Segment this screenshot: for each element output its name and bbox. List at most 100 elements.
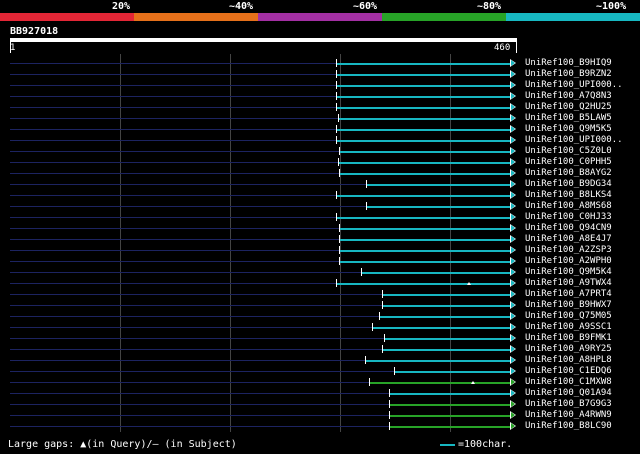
alignment-start-mark	[336, 279, 337, 287]
alignment-bar[interactable]	[339, 151, 510, 153]
hit-label[interactable]: UniRef100_Q2HU25	[525, 102, 612, 112]
hit-label[interactable]: UniRef100_A7Q8N3	[525, 91, 612, 101]
hit-label[interactable]: UniRef100_B8LKS4	[525, 190, 612, 200]
alignment-start-mark	[338, 114, 339, 122]
alignment-bar[interactable]	[361, 272, 510, 274]
hit-label[interactable]: UniRef100_B8AYG2	[525, 168, 612, 178]
continuation-arrow-icon	[510, 169, 516, 177]
alignment-bar[interactable]	[336, 140, 510, 142]
alignment-bar[interactable]	[338, 162, 510, 164]
hit-label[interactable]: UniRef100_A9TWX4	[525, 278, 612, 288]
continuation-arrow-icon	[510, 268, 516, 276]
hit-label[interactable]: UniRef100_A2WPH0	[525, 256, 612, 266]
alignment-bar[interactable]	[389, 415, 510, 417]
band-label-80: ~80%	[477, 1, 502, 12]
hit-label[interactable]: UniRef100_C1MXW8	[525, 377, 612, 387]
unaligned-region	[10, 349, 382, 350]
hit-label[interactable]: UniRef100_B9HIQ9	[525, 58, 612, 68]
alignment-bar[interactable]	[339, 239, 510, 241]
hit-label[interactable]: UniRef100_C1EDQ6	[525, 366, 612, 376]
alignment-bar[interactable]	[366, 184, 510, 186]
alignment-bar[interactable]	[394, 371, 510, 373]
hit-label[interactable]: UniRef100_Q9M5K4	[525, 267, 612, 277]
alignment-bar[interactable]	[336, 107, 510, 109]
alignment-bar[interactable]	[336, 85, 510, 87]
alignment-bar[interactable]	[336, 129, 510, 131]
hit-label[interactable]: UniRef100_A2ZSP3	[525, 245, 612, 255]
alignment-bar[interactable]	[382, 294, 510, 296]
alignment-bar[interactable]	[336, 74, 510, 76]
hit-label[interactable]: UniRef100_B9FMK1	[525, 333, 612, 343]
hit-label[interactable]: UniRef100_B5LAW5	[525, 113, 612, 123]
hit-label[interactable]: UniRef100_A7PRT4	[525, 289, 612, 299]
alignment-bar[interactable]	[379, 316, 510, 318]
hit-label[interactable]: UniRef100_A4RWN9	[525, 410, 612, 420]
alignment-bar[interactable]	[339, 228, 510, 230]
query-end: 460	[494, 43, 511, 53]
hit-label[interactable]: UniRef100_Q01A94	[525, 388, 612, 398]
hit-label[interactable]: UniRef100_A8HPL8	[525, 355, 612, 365]
alignment-start-mark	[339, 235, 340, 243]
hit-label[interactable]: UniRef100_B9RZN2	[525, 69, 612, 79]
unaligned-region	[10, 415, 389, 416]
hit-label[interactable]: UniRef100_UPI000..	[525, 135, 623, 145]
hit-label[interactable]: UniRef100_Q94CN9	[525, 223, 612, 233]
continuation-arrow-icon	[510, 213, 516, 221]
alignment-bar[interactable]	[338, 118, 510, 120]
alignment-bar[interactable]	[389, 426, 510, 428]
continuation-arrow-icon	[510, 389, 516, 397]
alignment-start-mark	[336, 92, 337, 100]
band-label-100: ~100%	[596, 1, 627, 12]
alignment-bar[interactable]	[384, 338, 510, 340]
continuation-arrow-icon	[510, 92, 516, 100]
hit-label[interactable]: UniRef100_C0HJ33	[525, 212, 612, 222]
hit-label[interactable]: UniRef100_B8LC90	[525, 421, 612, 431]
query-id: BB927018	[10, 26, 59, 37]
hit-label[interactable]: UniRef100_A9SSC1	[525, 322, 612, 332]
alignment-start-mark	[382, 290, 383, 298]
alignment-bar[interactable]	[339, 261, 510, 263]
hit-row[interactable]: UniRef100_B8LC90	[0, 421, 640, 433]
hit-label[interactable]: UniRef100_B9DG34	[525, 179, 612, 189]
continuation-arrow-icon	[510, 114, 516, 122]
alignment-bar[interactable]	[336, 217, 510, 219]
hit-label[interactable]: UniRef100_Q9M5K5	[525, 124, 612, 134]
hit-label[interactable]: UniRef100_C0PHH5	[525, 157, 612, 167]
alignment-bar[interactable]	[382, 349, 510, 351]
hit-label[interactable]: UniRef100_B7G9G3	[525, 399, 612, 409]
hit-label[interactable]: UniRef100_Q75M05	[525, 311, 612, 321]
alignment-bar[interactable]	[339, 250, 510, 252]
alignment-bar[interactable]	[369, 382, 510, 384]
query-ruler	[10, 38, 517, 42]
continuation-arrow-icon	[510, 334, 516, 342]
hit-label[interactable]: UniRef100_A8E4J7	[525, 234, 612, 244]
hit-label[interactable]: UniRef100_C5Z0L0	[525, 146, 612, 156]
hit-label[interactable]: UniRef100_B9HWX7	[525, 300, 612, 310]
query-start: 1	[10, 43, 16, 53]
alignment-start-mark	[389, 411, 390, 419]
alignment-bar[interactable]	[365, 360, 510, 362]
hit-label[interactable]: UniRef100_A8MS68	[525, 201, 612, 211]
alignment-start-mark	[389, 389, 390, 397]
alignment-bar[interactable]	[366, 206, 510, 208]
continuation-arrow-icon	[510, 147, 516, 155]
alignment-bar[interactable]	[336, 96, 510, 98]
continuation-arrow-icon	[510, 356, 516, 364]
alignment-bar[interactable]	[389, 393, 510, 395]
continuation-arrow-icon	[510, 323, 516, 331]
continuation-arrow-icon	[510, 125, 516, 133]
alignment-bar[interactable]	[336, 283, 510, 285]
hit-label[interactable]: UniRef100_A9RY25	[525, 344, 612, 354]
alignment-bar[interactable]	[336, 63, 510, 65]
alignment-bar[interactable]	[336, 195, 510, 197]
hit-label[interactable]: UniRef100_UPI000..	[525, 80, 623, 90]
alignment-start-mark	[338, 158, 339, 166]
alignment-start-mark	[339, 257, 340, 265]
continuation-arrow-icon	[510, 411, 516, 419]
alignment-bar[interactable]	[372, 327, 510, 329]
unaligned-region	[10, 360, 365, 361]
alignment-bar[interactable]	[339, 173, 510, 175]
alignment-bar[interactable]	[389, 404, 510, 406]
unaligned-region	[10, 426, 389, 427]
alignment-bar[interactable]	[382, 305, 510, 307]
